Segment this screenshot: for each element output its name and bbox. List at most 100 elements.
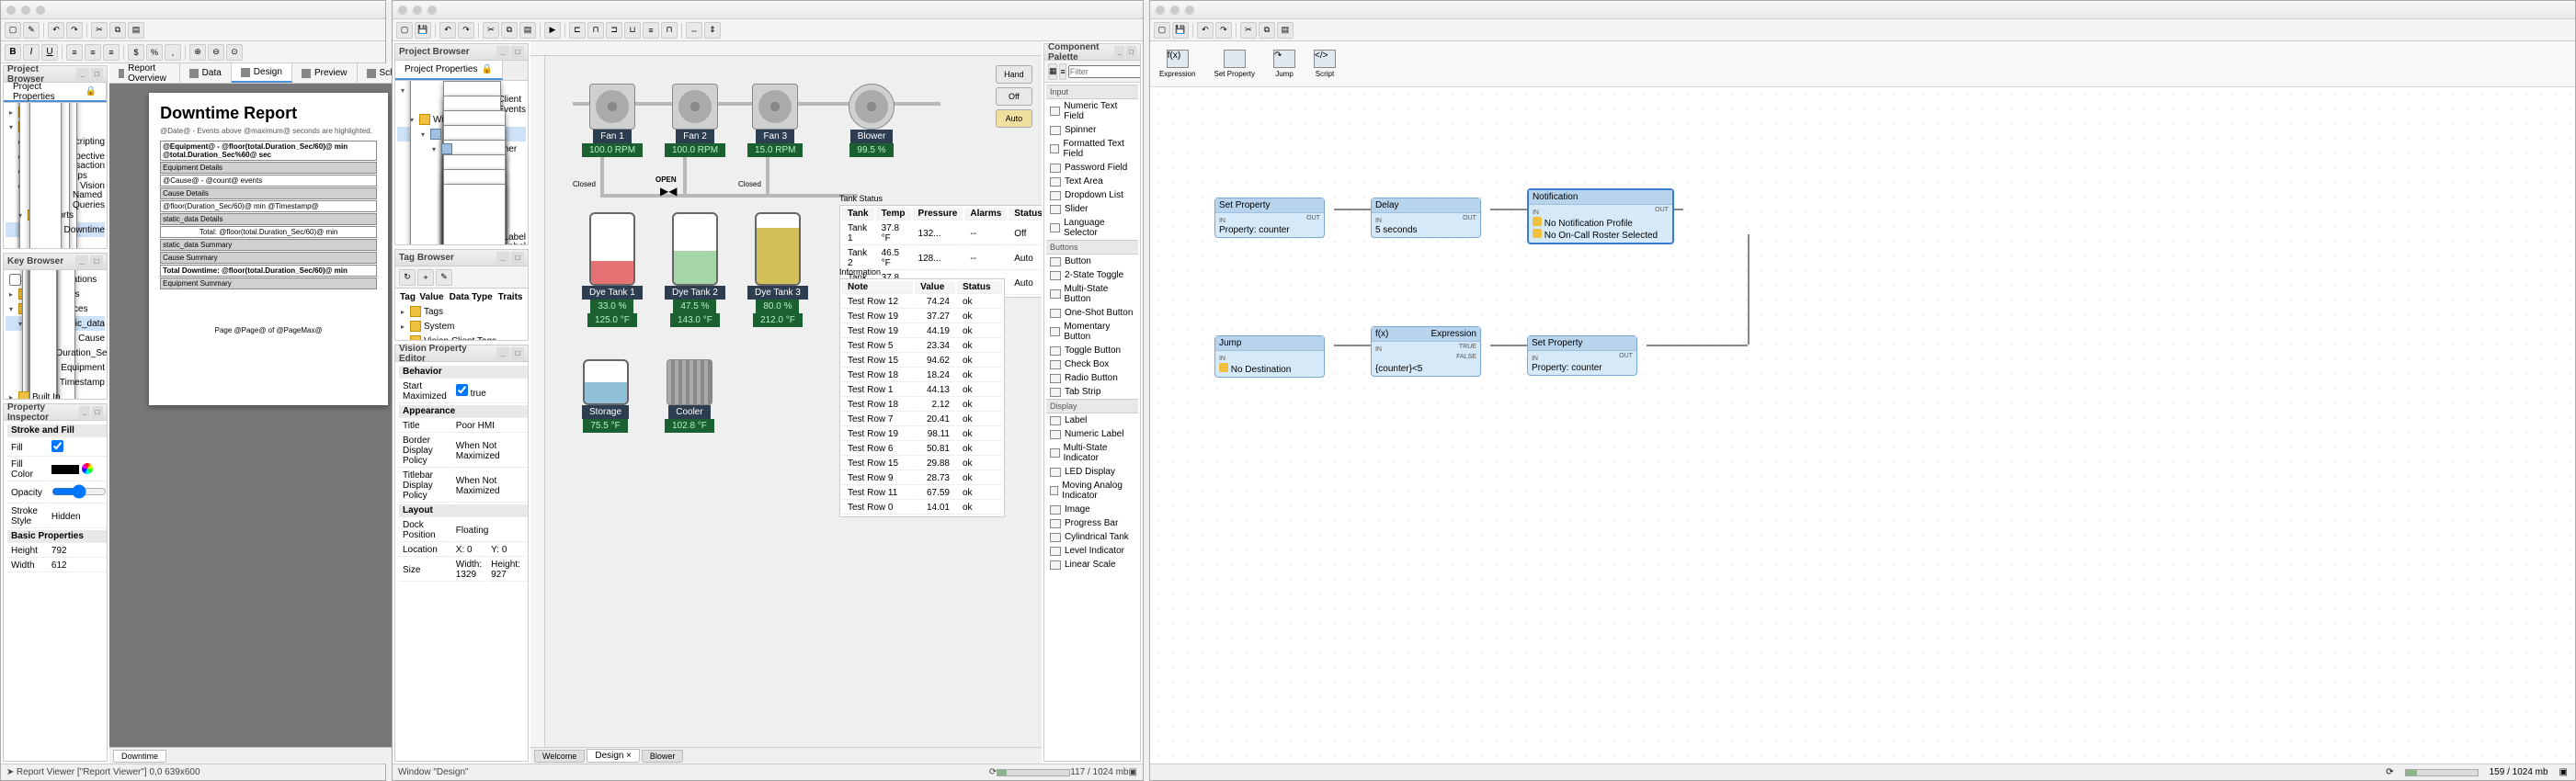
align-center-icon[interactable]: ⊓ — [587, 22, 604, 39]
tb-redo-icon[interactable]: ↷ — [66, 22, 83, 39]
maximize-icon[interactable]: □ — [1126, 46, 1136, 59]
vp-titlebar-value[interactable]: When Not Maximized — [452, 470, 528, 503]
tab-project-props[interactable]: Project Properties🔒 — [4, 83, 107, 102]
tb-paste-icon[interactable]: ▤ — [519, 22, 536, 39]
fan-2[interactable]: Fan 2 100.0 RPM — [665, 84, 725, 157]
list-view-icon[interactable]: ≡ — [1059, 63, 1066, 80]
tb-undo-icon[interactable]: ↶ — [1197, 22, 1214, 39]
fill-swatch[interactable] — [51, 465, 79, 474]
table-col[interactable]: Alarms — [964, 208, 1007, 221]
mode-auto[interactable]: Auto — [996, 109, 1032, 128]
bold-icon[interactable]: B — [5, 44, 21, 61]
tb-cut-icon[interactable]: ✂ — [483, 22, 499, 39]
node-expression[interactable]: f(x) Expression IN TRUE FALSE {counter}<… — [1371, 326, 1481, 377]
tb-redo-icon[interactable]: ↷ — [1215, 22, 1232, 39]
minimize-icon[interactable]: _ — [496, 347, 509, 360]
palette-item[interactable]: 2-State Toggle — [1046, 268, 1138, 282]
maximize-icon[interactable]: □ — [511, 252, 524, 265]
palette-item[interactable]: One-Shot Button — [1046, 306, 1138, 320]
palette-item[interactable]: Linear Scale — [1046, 558, 1138, 572]
row-cause-details[interactable]: Cause Details — [160, 187, 377, 199]
port-true[interactable]: TRUE — [1459, 344, 1476, 350]
percent-icon[interactable]: % — [146, 44, 163, 61]
palette-item[interactable]: Check Box — [1046, 357, 1138, 371]
col-tag[interactable]: Tag — [399, 292, 416, 302]
bt-design[interactable]: Design × — [587, 749, 640, 763]
vp-loc-x[interactable]: 0 — [467, 545, 473, 555]
table-col[interactable]: Status — [1009, 208, 1042, 221]
vp-loc-y[interactable]: 0 — [502, 545, 507, 555]
table-row[interactable]: Test Row 1167.59ok — [842, 487, 1002, 500]
cooler[interactable]: Cooler 102.8 °F — [665, 359, 714, 433]
report-canvas[interactable]: Downtime Report @Date@ - Events above @m… — [109, 84, 427, 747]
palette-item[interactable]: Numeric Label — [1046, 427, 1138, 441]
zoom-fit-icon[interactable]: ⊙ — [226, 44, 243, 61]
align-top-icon[interactable]: ⊔ — [624, 22, 641, 39]
tab-design[interactable]: Design — [232, 63, 292, 83]
palette-item[interactable]: Formatted Text Field — [1046, 137, 1138, 161]
tool-set-property[interactable]: Set Property — [1214, 50, 1255, 78]
row-static-sec[interactable]: @floor(Duration_Sec/60)@ min @Timestamp@ — [160, 200, 377, 212]
show-calc-checkbox[interactable] — [9, 274, 21, 286]
align-bottom-icon[interactable]: ⊓ — [661, 22, 678, 39]
tb-copy-icon[interactable]: ⧉ — [501, 22, 518, 39]
tb-cut-icon[interactable]: ✂ — [1240, 22, 1257, 39]
row-equipment[interactable]: @Equipment@ - @floor(total.Duration_Sec/… — [160, 141, 377, 161]
tool-expression[interactable]: f(x)Expression — [1159, 50, 1196, 78]
node-set-property-2[interactable]: Set Property IN OUTProperty: counter — [1527, 335, 1637, 376]
node-set-property-1[interactable]: Set Property IN OUTProperty: counter — [1214, 198, 1325, 238]
palette-item[interactable]: Slider — [1046, 202, 1138, 216]
tag-client[interactable]: ▸Vision Client Tags — [397, 334, 526, 340]
vp-dock-value[interactable]: Floating — [452, 519, 528, 542]
palette-item[interactable]: Toggle Button — [1046, 344, 1138, 357]
port-in[interactable]: IN — [1533, 209, 1539, 216]
port-in[interactable]: IN — [1375, 218, 1382, 224]
tb-play-icon[interactable]: ▶ — [544, 22, 561, 39]
tb-paste-icon[interactable]: ▤ — [1277, 22, 1294, 39]
key-timestamp[interactable]: Timestamp — [6, 375, 105, 390]
info-table[interactable]: NoteValueStatus Test Row 1274.24okTest R… — [839, 278, 1005, 517]
tb-cut-icon[interactable]: ✂ — [91, 22, 108, 39]
dist-v-icon[interactable]: ⇕ — [704, 22, 721, 39]
palette-filter-input[interactable] — [1068, 65, 1140, 78]
tb-undo-icon[interactable]: ↶ — [48, 22, 64, 39]
dye-tank-2[interactable]: Dye Tank 2 47.5 % 143.0 °F — [665, 212, 725, 327]
fan-1[interactable]: Fan 1 100.0 RPM — [582, 84, 643, 157]
port-in[interactable]: IN — [1219, 356, 1225, 362]
add-icon[interactable]: + — [417, 269, 434, 286]
fan-3[interactable]: Fan 3 15.0 RPM — [747, 84, 803, 157]
italic-icon[interactable]: I — [23, 44, 40, 61]
design-canvas[interactable]: Fan 1 100.0 RPM Fan 2 100.0 RPM Fan 3 15… — [545, 56, 1042, 747]
palette-item[interactable]: Tab Strip — [1046, 385, 1138, 399]
palette-item[interactable]: LED Display — [1046, 465, 1138, 479]
minimize-icon[interactable]: _ — [1114, 46, 1124, 59]
port-out[interactable]: OUT — [1655, 207, 1669, 213]
palette-group[interactable]: Input — [1046, 85, 1138, 99]
table-col[interactable]: Note — [842, 281, 913, 294]
palette-item[interactable]: Multi-State Button — [1046, 282, 1138, 306]
prop-fill-checkbox[interactable] — [51, 440, 63, 452]
minimize-icon[interactable]: _ — [496, 46, 509, 59]
blower[interactable]: Blower 99.5 % — [849, 84, 895, 157]
bottom-tab-downtime[interactable]: Downtime — [113, 750, 166, 763]
table-row[interactable]: Test Row 928.73ok — [842, 472, 1002, 485]
money-icon[interactable]: $ — [128, 44, 144, 61]
palette-item[interactable]: Password Field — [1046, 161, 1138, 175]
storage-tank[interactable]: Storage 75.5 °F — [582, 359, 629, 433]
row-eq-details[interactable]: Equipment Details — [160, 162, 377, 174]
table-row[interactable]: Test Row 1594.62ok — [842, 355, 1002, 368]
report-page[interactable]: Downtime Report @Date@ - Events above @m… — [149, 93, 388, 405]
vp-size-h[interactable]: 927 — [491, 570, 507, 580]
comma-icon[interactable]: , — [165, 44, 181, 61]
palette-item[interactable]: Level Indicator — [1046, 544, 1138, 558]
titlebar[interactable] — [393, 1, 1143, 19]
expand-icon[interactable]: ▣ — [2559, 767, 2568, 777]
vp-size-w[interactable]: 1329 — [456, 570, 476, 580]
palette-item[interactable]: Numeric Text Field — [1046, 99, 1138, 123]
node-jump[interactable]: Jump IN No Destination — [1214, 335, 1325, 378]
port-out[interactable]: OUT — [1306, 215, 1320, 221]
zoom-in-icon[interactable]: ⊕ — [189, 44, 206, 61]
maximize-icon[interactable]: □ — [511, 46, 524, 59]
table-row[interactable]: Test Row 1818.24ok — [842, 369, 1002, 382]
grid-view-icon[interactable]: ▦ — [1048, 63, 1058, 80]
